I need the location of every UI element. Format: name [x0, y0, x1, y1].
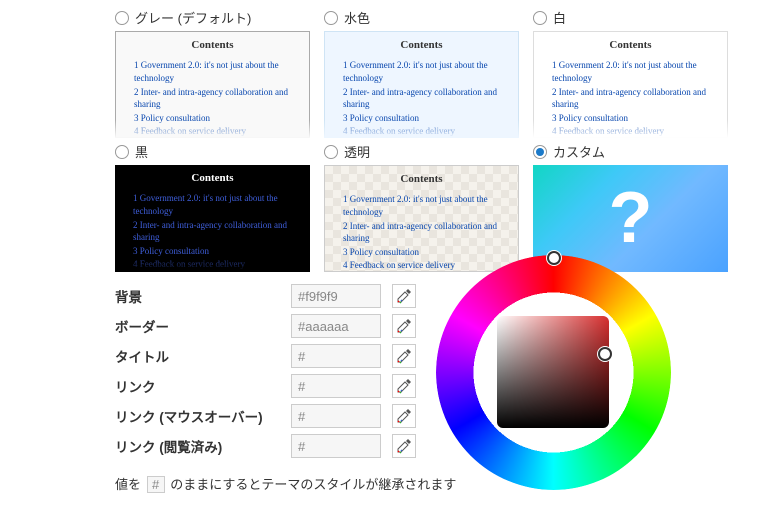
- preview-link: 1 Government 2.0: it's not just about th…: [134, 59, 291, 84]
- theme-radio-transp[interactable]: 透明: [324, 142, 529, 161]
- color-picker-icon[interactable]: [392, 314, 416, 338]
- bg-input[interactable]: [291, 284, 381, 308]
- radio-icon: [324, 145, 338, 159]
- theme-option-light: 水色 Contents 1 Government 2.0: it's not jus…: [324, 8, 529, 138]
- preview-link: 2 Inter- and intra-agency collaboration …: [133, 219, 292, 244]
- preview-link: 1 Government 2.0: it's not just about th…: [133, 192, 292, 217]
- hue-cursor[interactable]: [547, 251, 561, 265]
- color-wheel[interactable]: [436, 255, 671, 490]
- theme-option-white: 白 Contents 1 Government 2.0: it's not just…: [533, 8, 738, 138]
- theme-option-transp: 透明 Contents 1 Government 2.0: it's not jus…: [324, 142, 529, 272]
- theme-label: 透明: [344, 142, 370, 161]
- theme-label: 黒: [135, 142, 148, 161]
- border-input[interactable]: [291, 314, 381, 338]
- radio-icon: [115, 145, 129, 159]
- color-picker-icon[interactable]: [392, 404, 416, 428]
- theme-preview-black[interactable]: Contents 1 Government 2.0: it's not just …: [115, 165, 310, 272]
- preview-heading: Contents: [343, 172, 500, 187]
- theme-label: 白: [553, 8, 566, 27]
- field-label: ボーダー: [115, 316, 285, 336]
- sv-cursor[interactable]: [598, 347, 612, 361]
- title-input[interactable]: [291, 344, 381, 368]
- link_visit-input[interactable]: [291, 434, 381, 458]
- theme-preview-gray[interactable]: Contents 1 Government 2.0: it's not just …: [115, 31, 310, 138]
- preview-link: 1 Government 2.0: it's not just about th…: [343, 193, 500, 218]
- field-label: リンク (マウスオーバー): [115, 406, 285, 426]
- sv-square[interactable]: [497, 316, 609, 428]
- theme-option-custom: カスタム?: [533, 142, 738, 272]
- theme-radio-gray[interactable]: グレー (デフォルト): [115, 8, 320, 27]
- field-label: リンク: [115, 376, 285, 396]
- link-input[interactable]: [291, 374, 381, 398]
- preview-heading: Contents: [343, 38, 500, 53]
- theme-option-gray: グレー (デフォルト) Contents 1 Government 2.0: it'…: [115, 8, 320, 138]
- color-picker-icon[interactable]: [392, 434, 416, 458]
- theme-preview-light[interactable]: Contents 1 Government 2.0: it's not just …: [324, 31, 519, 138]
- color-picker-icon[interactable]: [392, 374, 416, 398]
- preview-link: 1 Government 2.0: it's not just about th…: [343, 59, 500, 84]
- field-label: 背景: [115, 286, 285, 306]
- radio-icon: [533, 11, 547, 25]
- field-label: タイトル: [115, 346, 285, 366]
- radio-icon: [115, 11, 129, 25]
- preview-heading: Contents: [133, 171, 292, 186]
- preview-heading: Contents: [552, 38, 709, 53]
- preview-link: 2 Inter- and intra-agency collaboration …: [552, 86, 709, 111]
- theme-radio-white[interactable]: 白: [533, 8, 738, 27]
- preview-link: 2 Inter- and intra-agency collaboration …: [134, 86, 291, 111]
- preview-link: 1 Government 2.0: it's not just about th…: [552, 59, 709, 84]
- field-label: リンク (閲覧済み): [115, 436, 285, 456]
- color-picker-icon[interactable]: [392, 284, 416, 308]
- theme-radio-black[interactable]: 黒: [115, 142, 320, 161]
- radio-icon: [324, 11, 338, 25]
- theme-option-black: 黒 Contents 1 Government 2.0: it's not just…: [115, 142, 320, 272]
- radio-icon: [533, 145, 547, 159]
- link_hover-input[interactable]: [291, 404, 381, 428]
- theme-label: カスタム: [553, 142, 605, 161]
- preview-heading: Contents: [134, 38, 291, 53]
- preview-link: 2 Inter- and intra-agency collaboration …: [343, 86, 500, 111]
- theme-label: グレー (デフォルト): [135, 8, 251, 27]
- preview-link: 2 Inter- and intra-agency collaboration …: [343, 220, 500, 245]
- theme-preview-white[interactable]: Contents 1 Government 2.0: it's not just …: [533, 31, 728, 138]
- color-picker-icon[interactable]: [392, 344, 416, 368]
- theme-radio-light[interactable]: 水色: [324, 8, 529, 27]
- theme-radio-custom[interactable]: カスタム: [533, 142, 738, 161]
- theme-label: 水色: [344, 8, 370, 27]
